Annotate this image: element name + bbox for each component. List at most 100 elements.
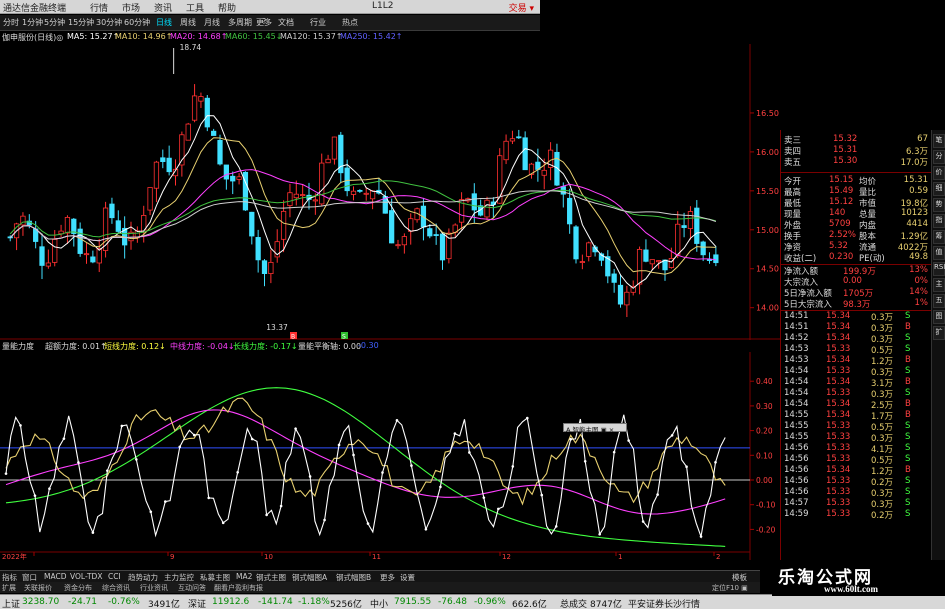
trade-button[interactable]: 交易 ▾ — [509, 1, 534, 14]
osc-legend: 量能力度 超额力度: 0.01↑ 短线力度: 0.12↓ 中线力度: -0.04… — [0, 341, 750, 352]
side-tab[interactable]: 扩 — [933, 326, 945, 340]
candle-body — [675, 223, 681, 256]
index-change: -76.48 — [438, 597, 468, 607]
side-tab[interactable]: 图 — [933, 310, 945, 324]
excess-line-dot — [294, 427, 297, 430]
side-tab[interactable]: 指 — [933, 214, 945, 228]
osc-name[interactable]: 量能力度 — [2, 341, 34, 352]
period-60min[interactable]: 60分钟 — [124, 17, 150, 28]
tick-price: 15.34 — [826, 311, 851, 321]
stat-value: 15.49 — [829, 186, 854, 196]
news-tab[interactable]: 翻看户盈利有报 — [214, 583, 263, 593]
period-multi[interactable]: 多周期 — [228, 17, 252, 28]
industry-button[interactable]: 行业 — [310, 17, 326, 28]
excess-line-dot — [453, 432, 457, 435]
help-icon[interactable]: ? — [262, 17, 266, 26]
stat-value: 2.52% — [829, 230, 857, 240]
tick-side: B — [905, 355, 911, 365]
stock-name[interactable]: 伽申服份(日线)◎ — [2, 32, 63, 43]
indicator-tab[interactable]: MA2 — [236, 572, 252, 581]
osc-tick-label: 0.10 — [756, 451, 773, 460]
stat-row: 今开 15.15 均价 15.31 — [781, 175, 931, 187]
menu-help[interactable]: 帮助 — [218, 1, 236, 14]
ma60-label: MA60: 15.45↓ — [225, 32, 283, 41]
tick-price: 15.33 — [826, 366, 851, 376]
tick-row: 14:51 15.34 0.3万 B — [781, 322, 931, 334]
tick-row: 14:54 15.34 2.5万 B — [781, 399, 931, 411]
title-bar: 通达信金融终端 行情 市场 资讯 工具 帮助 L1L2 交易 ▾ — [0, 0, 540, 14]
chart-popup[interactable]: A 智能主图 ▣ × — [563, 423, 627, 434]
indicator-tab[interactable]: MACD — [44, 572, 66, 581]
candle-body — [484, 199, 490, 218]
candle-body — [363, 192, 369, 195]
period-5min[interactable]: 5分钟 — [44, 17, 65, 28]
news-tabs: 扩展 关联报价 资金分布 综合资讯 行业资讯 互动问答 翻看户盈利有报 定位F10 ▣ — [0, 582, 760, 593]
side-tabs: 笔分价细势指筹值 RSI 主五图扩 — [931, 130, 945, 560]
candle-body — [579, 261, 585, 263]
menu-market[interactable]: 市场 — [122, 1, 140, 14]
doc-button[interactable]: 文档 — [278, 17, 294, 28]
news-tab[interactable]: 综合资讯 — [102, 583, 130, 593]
tick-price: 15.34 — [826, 322, 851, 332]
indicator-tab[interactable]: CCI — [108, 572, 121, 581]
side-tab[interactable]: 笔 — [933, 134, 945, 148]
tick-side: S — [905, 476, 911, 486]
candle-body — [319, 162, 325, 205]
side-tab[interactable]: 五 — [933, 294, 945, 308]
tick-side: B — [905, 322, 911, 332]
candle-body — [567, 197, 573, 225]
excess-line-dot — [598, 532, 601, 536]
news-tab[interactable]: 资金分布 — [64, 583, 92, 593]
period-30min[interactable]: 30分钟 — [96, 17, 122, 28]
period-tick[interactable]: 分时 — [3, 17, 19, 28]
menu-news[interactable]: 资讯 — [154, 1, 172, 14]
ma20-label: MA20: 14.68↑ — [170, 32, 228, 41]
tick-side: S — [905, 366, 911, 376]
candle-body — [617, 284, 624, 305]
candle-body — [643, 249, 649, 262]
excess-line-dot — [62, 437, 66, 440]
period-weekly[interactable]: 周线 — [180, 17, 196, 28]
hotspot-button[interactable]: 热点 — [342, 17, 358, 28]
side-tab[interactable]: RSI — [933, 262, 945, 276]
tick-price: 15.33 — [826, 443, 851, 453]
tick-time: 14:56 — [784, 487, 809, 497]
short-line — [5, 397, 726, 506]
buy-marker-label: B — [291, 334, 295, 341]
news-tab[interactable]: 行业资讯 — [140, 583, 168, 593]
side-tab[interactable]: 价 — [933, 166, 945, 180]
candle-body — [287, 192, 293, 207]
broker-label: 平安证券长沙行情 — [628, 600, 701, 609]
side-tab[interactable]: 筹 — [933, 230, 945, 244]
period-15min[interactable]: 15分钟 — [68, 17, 94, 28]
side-tab[interactable]: 细 — [933, 182, 945, 196]
orderbook-row: 卖四 15.31 6.3万 — [781, 145, 931, 157]
f10-button[interactable]: 定位F10 ▣ — [712, 583, 748, 593]
period-monthly[interactable]: 月线 — [204, 17, 220, 28]
tick-row: 14:56 15.33 4.1万 S — [781, 443, 931, 455]
tick-time: 14:51 — [784, 311, 809, 321]
news-tab[interactable]: 关联报价 — [24, 583, 52, 593]
period-daily[interactable]: 日线 — [156, 17, 172, 28]
excess-line-dot — [91, 531, 95, 534]
stat-label: 收益(二) — [784, 254, 817, 264]
side-tab[interactable]: 值 — [933, 246, 945, 260]
excess-line-dot — [323, 518, 326, 522]
side-tab[interactable]: 势 — [933, 198, 945, 212]
side-tab[interactable]: 主 — [933, 278, 945, 292]
news-tab[interactable]: 扩展 — [2, 583, 16, 593]
excess-line-dot — [308, 475, 312, 478]
price-chart[interactable]: 16.5016.0015.5015.0014.5014.0013.5018.74… — [0, 44, 780, 340]
flow-value: 98.3万 — [843, 300, 871, 310]
indicator-tab[interactable]: VOL-TDX — [70, 572, 102, 581]
side-tab[interactable]: 分 — [933, 150, 945, 164]
news-tab[interactable]: 互动问答 — [178, 583, 206, 593]
menu-quote[interactable]: 行情 — [90, 1, 108, 14]
excess-line-dot — [424, 527, 428, 531]
price-tick-label: 16.00 — [756, 148, 779, 157]
app-title: 通达信金融终端 — [3, 4, 67, 14]
tick-time: 14:54 — [784, 388, 809, 398]
period-1min[interactable]: 1分钟 — [22, 17, 43, 28]
menu-tools[interactable]: 工具 — [186, 1, 204, 14]
oscillator-chart[interactable]: 0.400.300.200.100.00-0.10-0.202022年 9 10 11… — [0, 352, 780, 560]
